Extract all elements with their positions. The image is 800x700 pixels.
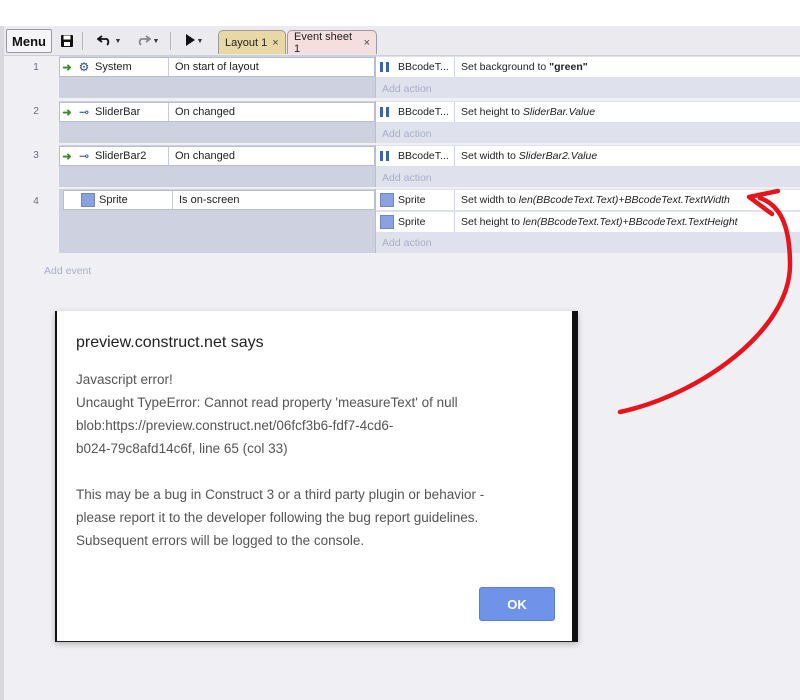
condition-object: SliderBar [95, 106, 141, 118]
condition[interactable]: ➜ ⚙ System On start of layout [59, 57, 375, 77]
chevron-down-icon: ▼ [114, 37, 122, 45]
action-object: Sprite [398, 194, 426, 206]
action-expression: SliderBar2.Value [518, 150, 598, 162]
action-expression: SliderBar.Value [522, 106, 596, 118]
message-line: Javascript error! [76, 372, 173, 387]
condition-object: SliderBar2 [95, 150, 147, 162]
bbcode-icon [380, 107, 394, 117]
action-text: Set height to [461, 106, 523, 118]
ok-button[interactable]: OK [479, 587, 555, 621]
action-area: BBcodeT... Set background to "green" Add… [375, 56, 800, 98]
action[interactable]: Sprite Set height to len(BBcodeText.Text… [376, 212, 800, 233]
message-line: Subsequent errors will be logged to the … [76, 533, 365, 548]
add-action-link[interactable]: Add action [382, 128, 432, 140]
action-object: BBcodeT... [398, 61, 449, 73]
action[interactable]: BBcodeT... Set height to SliderBar.Value [376, 102, 800, 123]
tab-label: Event sheet 1 [294, 30, 353, 55]
action-object: Sprite [398, 216, 426, 228]
action[interactable]: Sprite Set width to len(BBcodeText.Text)… [376, 190, 800, 211]
dialog-title: preview.construct.net says [76, 334, 264, 351]
message-line: blob:https://preview.construct.net/06fcf… [76, 418, 394, 433]
event-number: 2 [33, 106, 39, 117]
action-expression: len(BBcodeText.Text)+BBcodeText.TextHeig… [522, 216, 738, 228]
top-strip [0, 0, 800, 26]
action-bold: "green" [549, 61, 588, 73]
dialog-message: Javascript error! Uncaught TypeError: Ca… [76, 368, 556, 552]
action-area: Sprite Set width to len(BBcodeText.Text)… [375, 189, 800, 253]
tab-layout-1[interactable]: Layout 1 × [218, 30, 286, 54]
add-action-link[interactable]: Add action [382, 237, 432, 249]
slider-icon: ⊸ [78, 149, 90, 163]
trigger-arrow-icon: ➜ [62, 150, 72, 163]
undo-icon [96, 33, 113, 50]
toolbar-separator [82, 32, 83, 50]
condition-object: Sprite [99, 194, 128, 206]
message-line: Uncaught TypeError: Cannot read property… [76, 395, 458, 410]
action[interactable]: BBcodeT... Set width to SliderBar2.Value [376, 146, 800, 167]
action-object: BBcodeT... [398, 106, 449, 118]
event-row[interactable]: ➜ ⊸ SliderBar On changed BBcodeT... Set … [59, 101, 800, 143]
bbcode-icon [380, 62, 394, 72]
message-line: This may be a bug in Construct 3 or a th… [76, 487, 485, 502]
condition[interactable]: Sprite Is on-screen [63, 190, 375, 210]
action-text: Set width to [461, 194, 519, 206]
tab-label: Layout 1 [225, 36, 268, 49]
event-row[interactable]: ➜ ⚙ System On start of layout BBcodeT...… [59, 56, 800, 98]
toolbar-separator [170, 32, 171, 50]
slider-icon: ⊸ [78, 105, 90, 119]
condition[interactable]: ➜ ⊸ SliderBar On changed [59, 102, 375, 122]
redo-button[interactable]: ▼ [130, 29, 164, 53]
action-area: BBcodeT... Set height to SliderBar.Value… [375, 101, 800, 143]
condition[interactable]: ➜ ⊸ SliderBar2 On changed [59, 146, 375, 166]
condition-text: On changed [175, 106, 235, 118]
close-icon[interactable]: × [272, 37, 278, 49]
redo-icon [135, 33, 152, 50]
action-object: BBcodeT... [398, 150, 449, 162]
action-text: Set height to [461, 216, 523, 228]
action-text: Set background to [461, 61, 550, 73]
undo-button[interactable]: ▼ [92, 29, 126, 53]
save-icon[interactable] [58, 29, 76, 53]
play-icon [185, 33, 195, 50]
trigger-arrow-icon: ➜ [62, 61, 72, 74]
preview-button[interactable]: ▼ [178, 29, 210, 53]
event-number: 3 [33, 150, 39, 161]
message-line: please report it to the developer follow… [76, 510, 479, 525]
alert-dialog: preview.construct.net says Javascript er… [55, 311, 578, 642]
action-expression: len(BBcodeText.Text)+BBcodeText.TextWidt… [518, 194, 730, 206]
chevron-down-icon: ▼ [196, 37, 204, 45]
menu-button[interactable]: Menu [6, 29, 52, 53]
tab-event-sheet-1[interactable]: Event sheet 1 × [287, 30, 377, 55]
condition-text: Is on-screen [179, 194, 240, 206]
event-row[interactable]: Sprite Is on-screen Sprite Set width to … [59, 189, 800, 253]
sprite-icon [80, 193, 96, 208]
condition-text: On start of layout [175, 61, 259, 73]
message-line: b024-79c8afd14c6f, line 65 (col 33) [76, 441, 288, 456]
event-row[interactable]: ➜ ⊸ SliderBar2 On changed BBcodeT... Set… [59, 145, 800, 187]
action-area: BBcodeT... Set width to SliderBar2.Value… [375, 145, 800, 187]
event-number: 1 [33, 62, 39, 73]
add-action-link[interactable]: Add action [382, 83, 432, 95]
action[interactable]: BBcodeT... Set background to "green" [376, 57, 800, 78]
action-text: Set width to [461, 150, 519, 162]
sprite-icon [380, 215, 394, 229]
add-event-link[interactable]: Add event [44, 265, 91, 277]
add-action-link[interactable]: Add action [382, 172, 432, 184]
bbcode-icon [380, 151, 394, 161]
condition-text: On changed [175, 150, 235, 162]
sprite-icon [380, 193, 394, 207]
gear-icon: ⚙ [78, 60, 90, 74]
toolbar: Menu ▼ ▼ ▼ Layout 1 × Event sheet 1 × [4, 26, 800, 56]
condition-object: System [95, 61, 132, 73]
event-number: 4 [33, 196, 39, 207]
chevron-down-icon: ▼ [152, 37, 160, 45]
trigger-arrow-icon: ➜ [62, 106, 72, 119]
close-icon[interactable]: × [364, 37, 370, 49]
